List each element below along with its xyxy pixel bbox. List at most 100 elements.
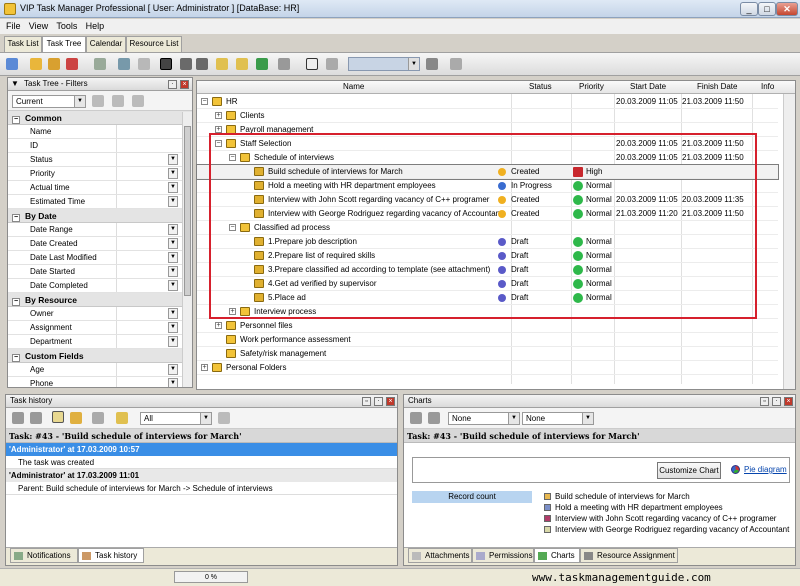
move-icon[interactable] xyxy=(160,58,172,70)
grid-scrollbar[interactable] xyxy=(783,94,795,389)
task-row[interactable]: Work performance assessment xyxy=(197,333,778,347)
restore-icon[interactable]: ▫ xyxy=(362,397,371,406)
close-panel-icon[interactable]: × xyxy=(180,80,189,89)
expand-icon[interactable]: + xyxy=(215,112,222,119)
filter-value-cell[interactable]: ▼ xyxy=(116,335,178,348)
chevron-down-icon[interactable]: ▼ xyxy=(168,322,178,333)
edit-task-icon[interactable] xyxy=(48,58,60,70)
filter-preset-select[interactable]: Current ▼ xyxy=(12,95,86,108)
close-button[interactable]: ✕ xyxy=(776,2,798,16)
expand-icon[interactable]: + xyxy=(215,322,222,329)
filter-value-cell[interactable] xyxy=(116,139,178,152)
tab-attachments[interactable]: Attachments xyxy=(408,548,472,563)
col-start-date[interactable]: Start Date xyxy=(630,82,666,91)
filter-value-cell[interactable]: ▼ xyxy=(116,307,178,320)
pie-diagram-link[interactable]: Pie diagram xyxy=(744,465,787,474)
history-entry-header[interactable]: 'Administrator' at 17.03.2009 10:57 xyxy=(6,443,397,456)
filter-value-cell[interactable]: ▼ xyxy=(116,265,178,278)
sort-asc-icon[interactable] xyxy=(52,411,64,423)
filter-value-cell[interactable]: ▼ xyxy=(116,321,178,334)
pin-icon[interactable]: ᐧ xyxy=(772,397,781,406)
filter-value-cell[interactable]: ▼ xyxy=(116,223,178,236)
filter-section-header[interactable]: − By Resource xyxy=(8,293,192,307)
outdent-icon[interactable] xyxy=(236,58,248,70)
filter-value-cell[interactable]: ▼ xyxy=(116,167,178,180)
collapse-icon[interactable]: − xyxy=(12,116,20,124)
filter-section-header[interactable]: − By Date xyxy=(8,209,192,223)
layout-icon[interactable] xyxy=(426,58,438,70)
export-icon[interactable] xyxy=(428,412,440,424)
delete-task-icon[interactable] xyxy=(66,58,78,70)
col-name[interactable]: Name xyxy=(343,82,364,91)
chevron-down-icon[interactable]: ▼ xyxy=(168,154,178,165)
task-row[interactable]: + Personal Folders xyxy=(197,361,778,375)
columns-icon[interactable] xyxy=(326,58,338,70)
chevron-down-icon[interactable]: ▼ xyxy=(168,168,178,179)
filter-value-cell[interactable]: ▼ xyxy=(116,237,178,250)
col-info[interactable]: Info xyxy=(761,82,774,91)
collapse-icon[interactable]: − xyxy=(12,214,20,222)
expand-icon[interactable]: + xyxy=(201,364,208,371)
arrow-up-icon[interactable] xyxy=(180,58,192,70)
tab-permissions[interactable]: Permissions xyxy=(472,548,534,563)
clear-filter-icon[interactable] xyxy=(112,95,124,107)
collapse-icon[interactable]: − xyxy=(12,298,20,306)
tab-resource-assignment[interactable]: Resource Assignment xyxy=(580,548,678,563)
history-filter-select[interactable]: All ▼ xyxy=(140,412,212,425)
print-icon[interactable] xyxy=(410,412,422,424)
menu-help[interactable]: Help xyxy=(86,21,105,31)
filter-value-cell[interactable]: ▼ xyxy=(116,181,178,194)
close-panel-icon[interactable]: × xyxy=(784,397,793,406)
tab-task-history[interactable]: Task history xyxy=(78,548,144,563)
refresh-icon[interactable] xyxy=(256,58,268,70)
tab-resource-list[interactable]: Resource List xyxy=(126,36,182,52)
settings-icon[interactable] xyxy=(450,58,462,70)
clear-filter-icon[interactable] xyxy=(218,412,230,424)
col-finish-date[interactable]: Finish Date xyxy=(697,82,737,91)
expand-icon[interactable]: + xyxy=(215,126,222,133)
sort-desc-icon[interactable] xyxy=(70,412,82,424)
filter-section-header[interactable]: − Custom Fields xyxy=(8,349,192,363)
tab-charts[interactable]: Charts xyxy=(534,548,580,563)
close-panel-icon[interactable]: × xyxy=(386,397,395,406)
sort-icon[interactable] xyxy=(278,58,290,70)
filter-value-cell[interactable]: ▼ xyxy=(116,195,178,208)
chevron-down-icon[interactable]: ▼ xyxy=(168,238,178,249)
chevron-down-icon[interactable]: ▼ xyxy=(168,378,178,387)
customize-chart-button[interactable]: Customize Chart xyxy=(657,462,721,479)
print-icon[interactable] xyxy=(12,412,24,424)
options-icon[interactable] xyxy=(138,58,150,70)
chevron-down-icon[interactable]: ▼ xyxy=(168,364,178,375)
chevron-down-icon[interactable]: ▼ xyxy=(168,336,178,347)
user-icon[interactable] xyxy=(116,412,128,424)
export-icon[interactable] xyxy=(30,412,42,424)
menu-tools[interactable]: Tools xyxy=(56,21,77,31)
pin-icon[interactable]: ᐧ xyxy=(168,80,177,89)
menu-view[interactable]: View xyxy=(29,21,48,31)
chevron-down-icon[interactable]: ▼ xyxy=(168,224,178,235)
chevron-down-icon[interactable]: ▼ xyxy=(168,280,178,291)
chevron-down-icon[interactable]: ▼ xyxy=(168,266,178,277)
print-icon[interactable] xyxy=(118,58,130,70)
filter-icon[interactable] xyxy=(94,58,106,70)
chevron-down-icon[interactable]: ▼ xyxy=(168,196,178,207)
new-task-icon[interactable] xyxy=(6,58,18,70)
indent-icon[interactable] xyxy=(216,58,228,70)
col-priority[interactable]: Priority xyxy=(579,82,604,91)
filter-options-icon[interactable] xyxy=(132,95,144,107)
pin-icon[interactable]: ᐧ xyxy=(374,397,383,406)
filter-scroll-thumb[interactable] xyxy=(184,126,191,296)
minimize-button[interactable]: _ xyxy=(740,2,758,16)
arrow-down-icon[interactable] xyxy=(196,58,208,70)
filter-value-cell[interactable] xyxy=(116,125,178,138)
maximize-button[interactable]: □ xyxy=(758,2,776,16)
task-row[interactable]: Safety/risk management xyxy=(197,347,778,361)
group-icon[interactable] xyxy=(92,412,104,424)
chart-select-2[interactable]: None ▼ xyxy=(522,412,594,425)
filter-value-cell[interactable]: ▼ xyxy=(116,251,178,264)
tab-task-tree[interactable]: Task Tree xyxy=(42,36,86,53)
history-entry-header[interactable]: 'Administrator' at 17.03.2009 11:01 xyxy=(6,469,397,482)
filter-value-cell[interactable]: ▼ xyxy=(116,377,178,387)
filter-value-cell[interactable]: ▼ xyxy=(116,279,178,292)
collapse-icon[interactable]: − xyxy=(12,354,20,362)
